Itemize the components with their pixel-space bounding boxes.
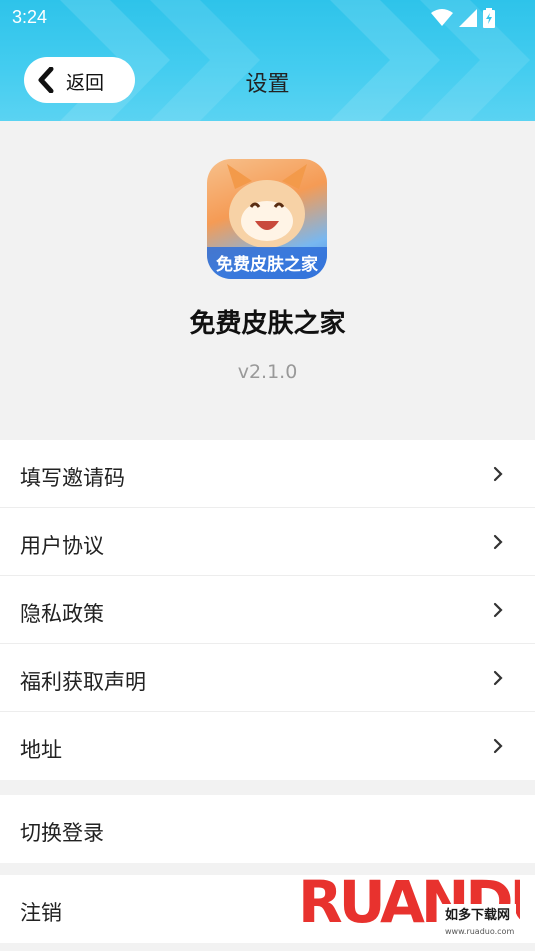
menu-item-switch-login[interactable]: 切换登录 — [0, 795, 535, 863]
app-version: v2.1.0 — [237, 361, 298, 383]
chevron-right-icon — [493, 534, 503, 550]
page-title: 设置 — [245, 72, 290, 97]
menu-item-label: 地址 — [20, 738, 62, 762]
menu-item-label: 切换登录 — [20, 821, 104, 845]
menu-item-label: 注销 — [20, 901, 62, 925]
chevron-right-icon — [493, 670, 503, 686]
switch-login-group: 切换登录 — [0, 795, 535, 863]
battery-icon — [483, 8, 495, 28]
top-header: 3:24 返回 设置 — [0, 0, 535, 121]
menu-item-user-agreement[interactable]: 用户协议 — [0, 508, 535, 576]
app-logo: 免费皮肤之家 — [207, 159, 327, 279]
watermark-url: www.ruaduo.com — [445, 927, 514, 936]
app-logo-text: 免费皮肤之家 — [216, 254, 318, 275]
status-bar: 3:24 — [0, 0, 535, 36]
watermark-subtitle: 如多下载网 — [445, 907, 510, 923]
chevron-right-icon — [493, 602, 503, 618]
wifi-icon — [431, 9, 453, 26]
menu-item-invite-code[interactable]: 填写邀请码 — [0, 440, 535, 508]
settings-menu-group: 填写邀请码 用户协议 隐私政策 福利获取声明 地址 — [0, 440, 535, 780]
watermark-brand: RUANDUO — [298, 868, 520, 936]
status-time: 3:24 — [12, 7, 48, 27]
menu-item-label: 填写邀请码 — [20, 466, 125, 490]
signal-icon — [459, 9, 477, 27]
menu-item-address[interactable]: 地址 — [0, 712, 535, 780]
status-icons — [431, 8, 495, 28]
watermark-logo: RUANDUO 如多下载网 www.ruaduo.com — [298, 868, 520, 936]
menu-item-welfare-statement[interactable]: 福利获取声明 — [0, 644, 535, 712]
app-name: 免费皮肤之家 — [189, 309, 346, 339]
chevron-right-icon — [493, 466, 503, 482]
menu-item-privacy-policy[interactable]: 隐私政策 — [0, 576, 535, 644]
menu-item-label: 用户协议 — [20, 534, 104, 558]
menu-item-label: 隐私政策 — [20, 602, 104, 626]
chevron-right-icon — [493, 738, 503, 754]
app-profile: 免费皮肤之家 免费皮肤之家 v2.1.0 — [0, 121, 535, 439]
menu-item-label: 福利获取声明 — [20, 670, 146, 694]
